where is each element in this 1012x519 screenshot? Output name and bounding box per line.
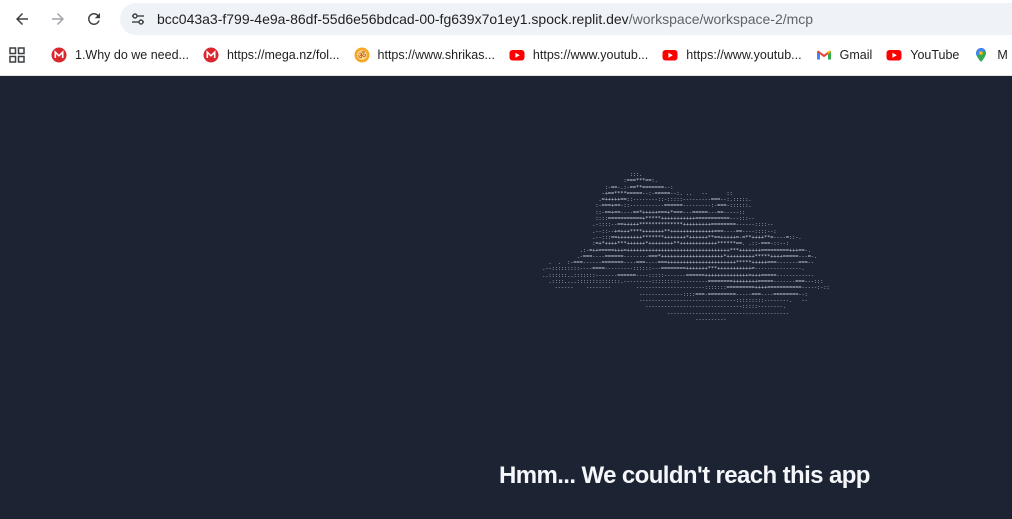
gmail-icon	[816, 50, 831, 60]
bookmark-label: https://mega.nz/fol...	[226, 48, 340, 62]
site-info-button[interactable]	[125, 6, 151, 32]
back-button[interactable]	[10, 7, 34, 31]
bookmark-item[interactable]: ॐ https://www.shrikas...	[348, 41, 503, 69]
ascii-art-cloud: :::. :===***==:. :-==-.:-==**=======--: …	[542, 172, 830, 323]
url-host: bcc043a3-f799-4e9a-86df-55d6e56bdcad-00-…	[157, 11, 629, 27]
bookmark-item[interactable]: 1.Why do we need...	[45, 41, 197, 69]
bookmark-item[interactable]: https://www.youtub...	[503, 41, 656, 69]
bookmark-item[interactable]: YouTube	[880, 41, 967, 69]
bookmark-label: https://www.youtub...	[532, 48, 649, 62]
mega-icon	[203, 47, 219, 63]
bookmark-label: YouTube	[910, 48, 960, 62]
om-icon: ॐ	[354, 47, 370, 63]
bookmark-item[interactable]: https://mega.nz/fol...	[197, 41, 348, 69]
arrow-right-icon	[52, 13, 64, 25]
apps-grid-icon	[9, 47, 25, 63]
bookmark-item[interactable]: M	[967, 41, 1012, 69]
tune-icon	[132, 13, 144, 25]
reload-icon	[87, 12, 100, 25]
svg-text:ॐ: ॐ	[357, 50, 365, 61]
bookmarks-bar: 1.Why do we need... https://mega.nz/fol.…	[0, 38, 1012, 72]
bookmark-item[interactable]: Gmail	[810, 41, 881, 69]
youtube-icon	[886, 50, 902, 61]
browser-toolbar: bcc043a3-f799-4e9a-86df-55d6e56bdcad-00-…	[0, 0, 1012, 38]
replit-error-page: :::. :===***==:. :-==-.:-==**=======--: …	[0, 76, 1012, 519]
arrow-left-icon	[16, 13, 28, 25]
youtube-icon	[662, 50, 678, 61]
bookmark-label: M	[997, 48, 1008, 62]
mega-icon	[51, 47, 67, 63]
youtube-icon	[509, 50, 525, 61]
maps-icon	[976, 47, 987, 62]
bookmark-label: Gmail	[839, 48, 873, 62]
browser-chrome: bcc043a3-f799-4e9a-86df-55d6e56bdcad-00-…	[0, 0, 1012, 76]
bookmark-item[interactable]: https://www.youtub...	[656, 41, 809, 69]
error-heading: Hmm... We couldn't reach this app	[499, 462, 870, 489]
address-bar[interactable]: bcc043a3-f799-4e9a-86df-55d6e56bdcad-00-…	[120, 3, 1012, 35]
apps-button[interactable]	[9, 44, 25, 66]
bookmark-label: https://www.shrikas...	[377, 48, 495, 62]
url-text: bcc043a3-f799-4e9a-86df-55d6e56bdcad-00-…	[157, 11, 813, 27]
forward-button[interactable]	[46, 7, 70, 31]
reload-button[interactable]	[82, 7, 106, 31]
bookmark-label: https://www.youtub...	[686, 48, 802, 62]
bookmark-label: 1.Why do we need...	[75, 48, 189, 62]
url-path: /workspace/workspace-2/mcp	[628, 11, 814, 27]
